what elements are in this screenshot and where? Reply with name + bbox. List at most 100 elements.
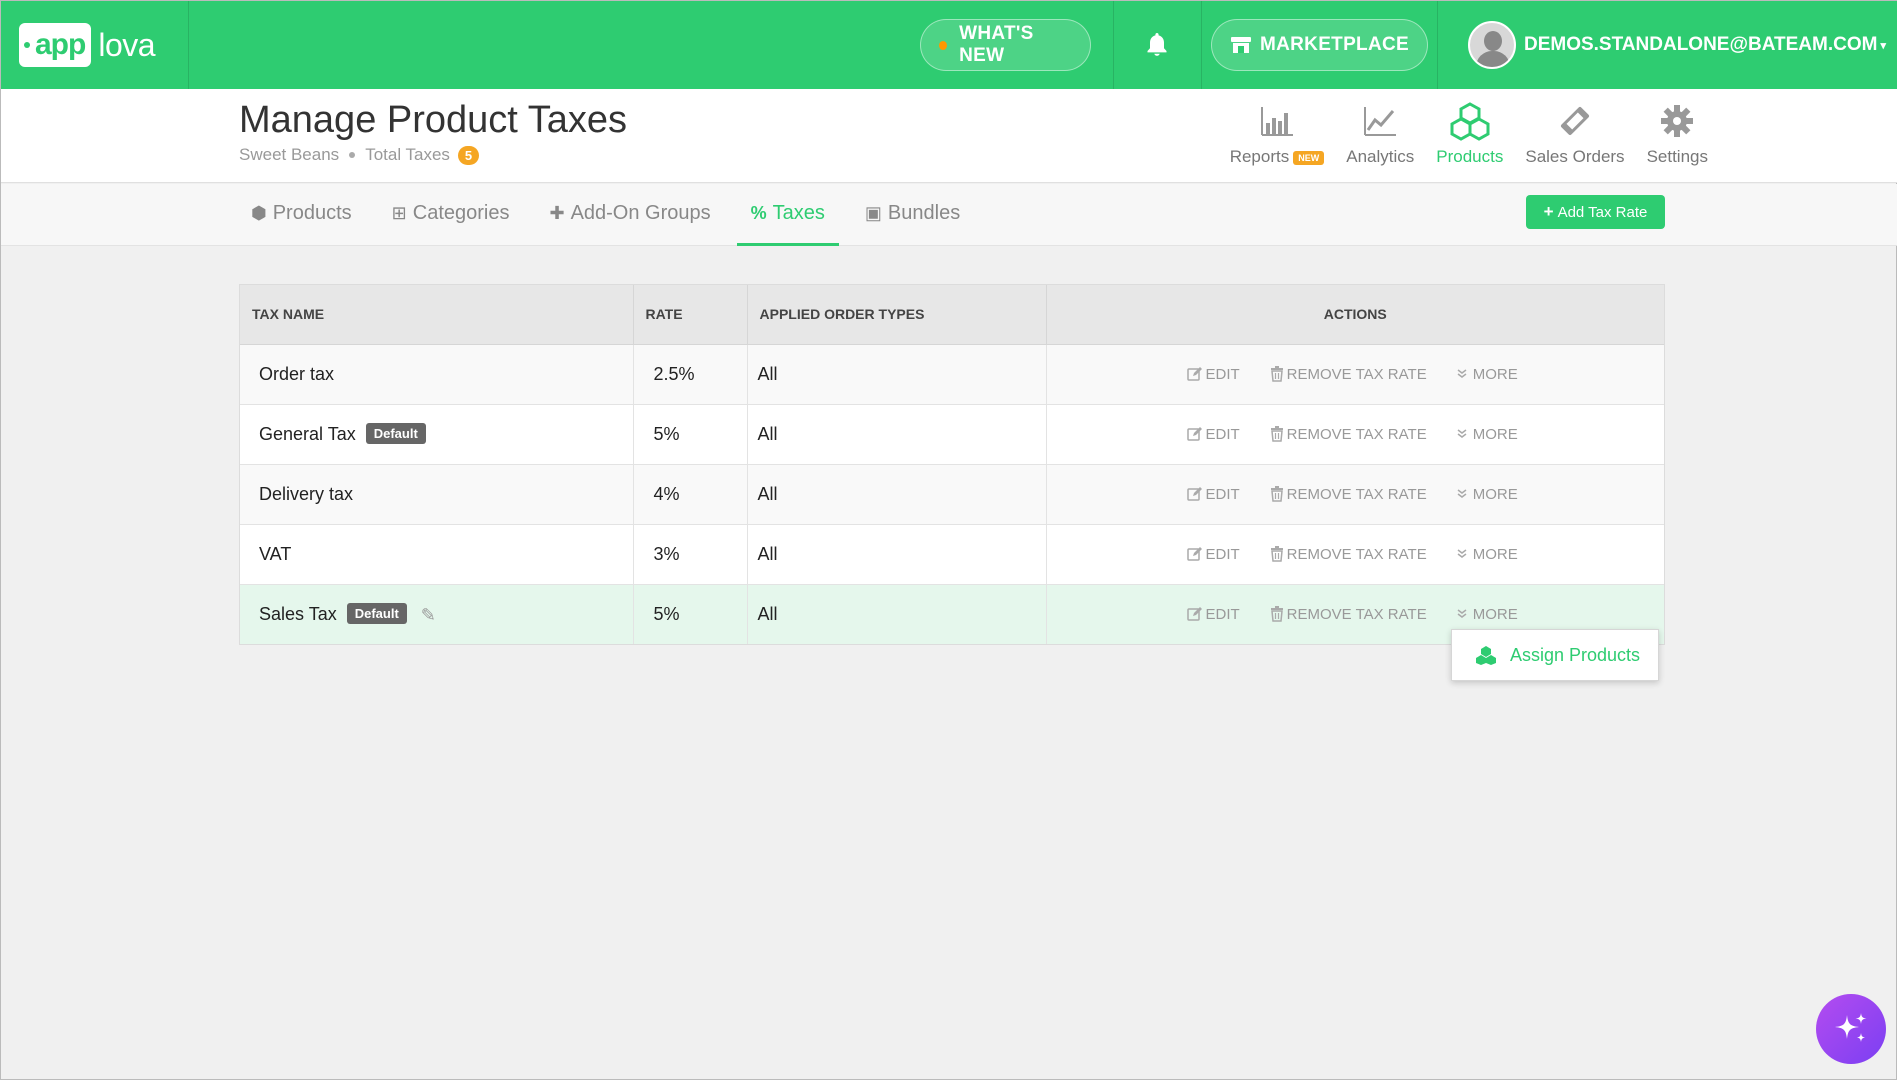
cell-rate: 5% [633, 404, 748, 465]
nav-products[interactable]: Products [1436, 101, 1503, 167]
cell-applied-order-types: All [747, 344, 1047, 405]
nav-products-label: Products [1436, 147, 1504, 166]
column-actions: ACTIONS [1046, 285, 1664, 345]
edit-icon [1186, 607, 1202, 621]
sitemap-icon: ⊞ [391, 203, 407, 223]
remove-tax-rate-button[interactable]: REMOVE TAX RATE [1270, 426, 1427, 443]
logo-app-text: app [19, 23, 92, 67]
trash-icon [1270, 426, 1283, 442]
bar-chart-icon [1260, 107, 1293, 136]
table-row: VAT 3% All EDIT REMOVE TAX RATE MORE [240, 524, 1664, 585]
main-nav: Reports NEW Analytics Products Sales Ord… [1208, 101, 1708, 167]
default-badge: Default [346, 602, 407, 624]
cell-applied-order-types: All [747, 464, 1047, 525]
percent-icon: % [750, 203, 767, 223]
cell-rate: 3% [633, 524, 748, 585]
cell-tax-name: Delivery tax [240, 464, 634, 525]
top-bar: app lova WHAT'S NEW MARKETPLACE DEMOS.ST… [1, 1, 1897, 89]
double-chevron-down-icon [1457, 369, 1467, 378]
nav-sales-orders[interactable]: Sales Orders [1525, 101, 1625, 167]
double-chevron-down-icon [1457, 489, 1467, 498]
pencil-icon[interactable]: ✎ [421, 605, 436, 626]
cell-actions: EDIT REMOVE TAX RATE MORE [1046, 404, 1664, 465]
table-row: Order tax 2.5% All EDIT REMOVE TAX RATE MORE [240, 344, 1664, 405]
cell-tax-name: Sales Tax Default ✎ [240, 584, 634, 644]
column-applied-order-types[interactable]: APPLIED ORDER TYPES [747, 285, 1047, 345]
remove-tax-rate-button[interactable]: REMOVE TAX RATE [1270, 486, 1427, 503]
marketplace-label: MARKETPLACE [1260, 34, 1409, 55]
nav-settings[interactable]: Settings [1647, 101, 1708, 167]
nav-analytics[interactable]: Analytics [1346, 101, 1414, 167]
trash-icon [1270, 546, 1283, 562]
page-header: Manage Product Taxes Sweet Beans Total T… [1, 89, 1897, 183]
edit-button[interactable]: EDIT [1186, 486, 1240, 503]
nav-settings-label: Settings [1646, 147, 1708, 166]
cell-applied-order-types: All [747, 584, 1047, 644]
cell-actions: EDIT REMOVE TAX RATE MORE [1046, 464, 1664, 525]
tab-taxes[interactable]: % Taxes [736, 184, 839, 246]
new-badge: NEW [1293, 150, 1325, 165]
whats-new-button[interactable]: WHAT'S NEW [919, 19, 1091, 71]
line-chart-icon [1364, 107, 1397, 136]
caret-down-icon: ▾ [1880, 39, 1886, 52]
more-button[interactable]: MORE [1457, 606, 1518, 623]
more-button[interactable]: MORE [1457, 366, 1518, 383]
cubes-icon [1450, 102, 1490, 141]
remove-tax-rate-button[interactable]: REMOVE TAX RATE [1270, 546, 1427, 563]
nav-sales-orders-label: Sales Orders [1525, 147, 1625, 166]
sparkle-icon [1835, 1013, 1867, 1042]
remove-tax-rate-button[interactable]: REMOVE TAX RATE [1270, 366, 1427, 383]
tab-bundles[interactable]: ▣ Bundles [851, 184, 974, 246]
cubes-icon [1476, 646, 1496, 665]
cell-tax-name: Order tax [240, 344, 634, 405]
cell-actions: EDIT REMOVE TAX RATE MORE [1046, 344, 1664, 405]
whats-new-label: WHAT'S NEW [959, 23, 1034, 66]
edit-button[interactable]: EDIT [1186, 606, 1240, 623]
nav-reports[interactable]: Reports NEW [1230, 101, 1325, 167]
tab-categories[interactable]: ⊞ Categories [378, 184, 524, 246]
more-button[interactable]: MORE [1457, 426, 1518, 443]
remove-tax-rate-button[interactable]: REMOVE TAX RATE [1270, 606, 1427, 623]
edit-button[interactable]: EDIT [1186, 366, 1240, 383]
cell-applied-order-types: All [747, 404, 1047, 465]
add-tax-rate-button[interactable]: + Add Tax Rate [1526, 195, 1665, 229]
column-tax-name[interactable]: TAX NAME [240, 285, 634, 345]
table-row: Delivery tax 4% All EDIT REMOVE TAX RATE MORE [240, 464, 1664, 525]
cell-rate: 4% [633, 464, 748, 525]
edit-button[interactable]: EDIT [1186, 546, 1240, 563]
edit-icon [1186, 487, 1202, 501]
trash-icon [1270, 366, 1283, 382]
page-subtitle: Sweet Beans Total Taxes 5 [239, 145, 480, 165]
total-taxes-badge: 5 [457, 145, 480, 165]
user-menu[interactable]: DEMOS.STANDALONE@BATEAM.COM ▾ [1436, 1, 1897, 89]
applova-logo[interactable]: app lova [1, 1, 189, 89]
edit-button[interactable]: EDIT [1186, 426, 1240, 443]
tax-name: General Tax [259, 424, 356, 444]
edit-icon [1186, 547, 1202, 561]
total-taxes-label: Total Taxes [365, 145, 450, 164]
logo-lova-text: lova [98, 26, 156, 63]
cell-actions: EDIT REMOVE TAX RATE MORE [1046, 524, 1664, 585]
more-dropdown-assign-products[interactable]: Assign Products [1451, 629, 1659, 681]
plus-icon: + [1543, 202, 1554, 221]
more-button[interactable]: MORE [1457, 486, 1518, 503]
double-chevron-down-icon [1457, 429, 1467, 438]
bell-icon[interactable] [1145, 32, 1169, 58]
sub-tab-bar: ⬢ Products ⊞ Categories ✚ Add-On Groups … [1, 184, 1897, 246]
cell-rate: 5% [633, 584, 748, 644]
marketplace-button[interactable]: MARKETPLACE [1211, 19, 1428, 71]
cell-rate: 2.5% [633, 344, 748, 405]
edit-icon [1186, 367, 1202, 381]
ai-assistant-button[interactable] [1816, 994, 1886, 1064]
column-rate[interactable]: RATE [633, 285, 748, 345]
cell-applied-order-types: All [747, 524, 1047, 585]
cell-tax-name: VAT [240, 524, 634, 585]
user-email: DEMOS.STANDALONE@BATEAM.COM [1523, 34, 1878, 55]
nav-reports-label: Reports [1229, 147, 1290, 166]
more-button[interactable]: MORE [1457, 546, 1518, 563]
store-icon [1231, 37, 1251, 53]
gear-icon [1661, 105, 1694, 137]
double-chevron-down-icon [1457, 549, 1467, 558]
tab-products[interactable]: ⬢ Products [237, 184, 366, 246]
tab-addon-groups[interactable]: ✚ Add-On Groups [535, 184, 724, 246]
